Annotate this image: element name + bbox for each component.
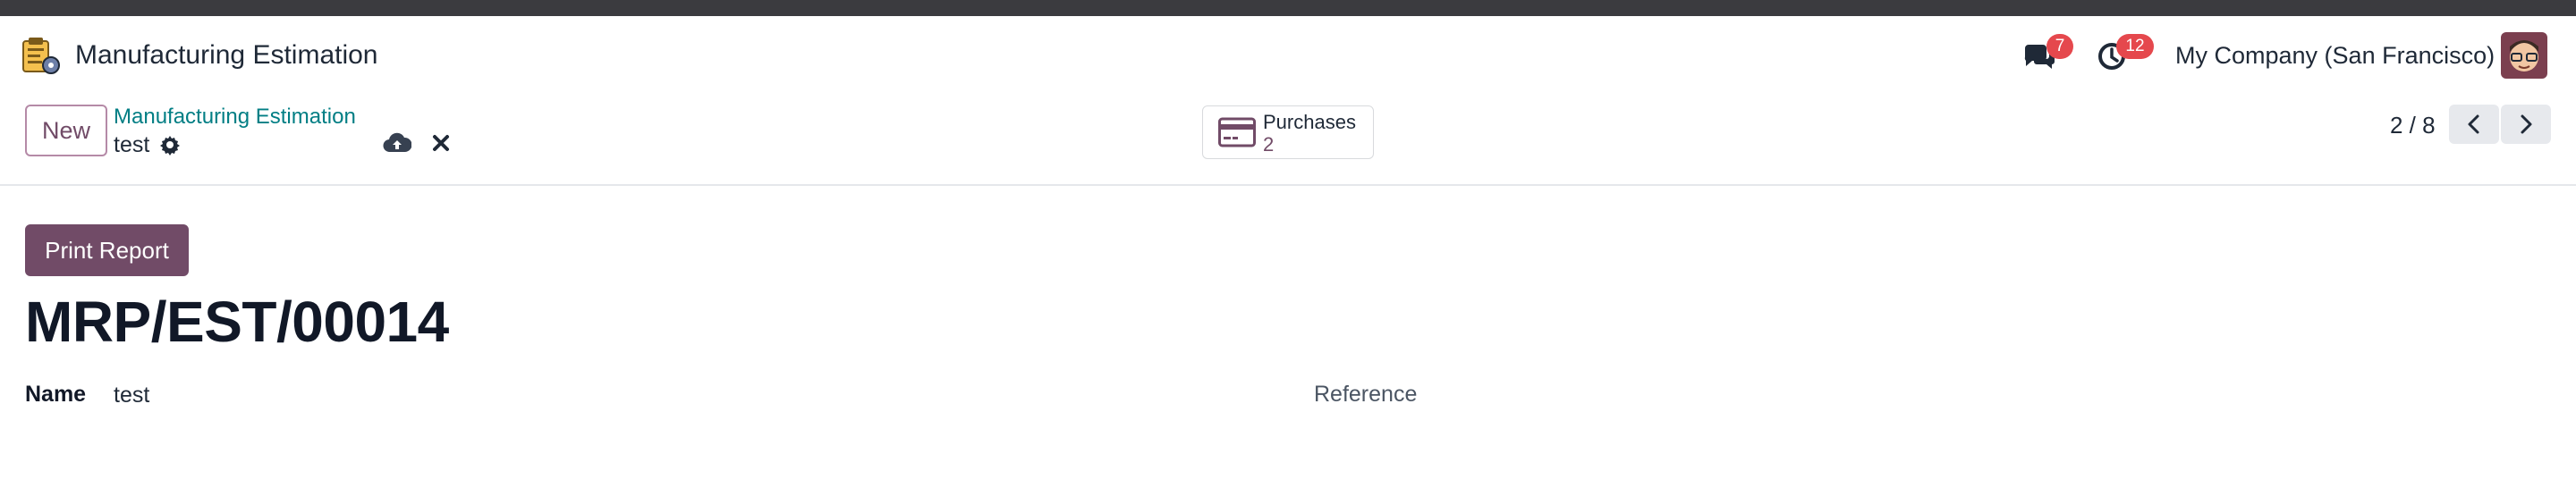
close-icon[interactable] [430,132,452,154]
name-field[interactable]: test [114,380,149,410]
new-button[interactable]: New [25,105,107,156]
breadcrumb-current: test [114,132,150,157]
pager-previous-button[interactable] [2449,105,2499,144]
pager-next-button[interactable] [2501,105,2551,144]
activities-badge: 12 [2116,34,2154,59]
smart-button-label: Purchases [1263,111,1356,133]
chevron-right-icon [2521,114,2532,134]
main-navbar: Manufacturing Estimation 7 12 My Company… [0,16,2576,95]
app-title[interactable]: Manufacturing Estimation [75,36,378,75]
credit-card-icon [1218,117,1256,147]
control-panel-divider [0,184,2576,186]
messages-badge: 7 [2046,34,2073,59]
print-report-button[interactable]: Print Report [25,224,189,276]
system-top-strip [0,0,2576,16]
record-title: MRP/EST/00014 [25,290,449,354]
company-switcher[interactable]: My Company (San Francisco) [2175,36,2495,75]
purchases-smart-button[interactable]: Purchases 2 [1202,105,1374,159]
pager-value[interactable]: 2 / 8 [2390,109,2436,141]
avatar[interactable] [2501,32,2547,79]
smart-button-count: 2 [1263,133,1275,156]
chevron-left-icon [2468,114,2479,134]
reference-label: Reference [1314,382,1418,407]
cloud-upload-icon[interactable] [383,130,412,156]
name-label: Name [25,382,87,407]
gear-icon[interactable] [159,134,181,156]
app-icon[interactable] [20,36,61,77]
breadcrumb-parent[interactable]: Manufacturing Estimation [114,104,356,130]
